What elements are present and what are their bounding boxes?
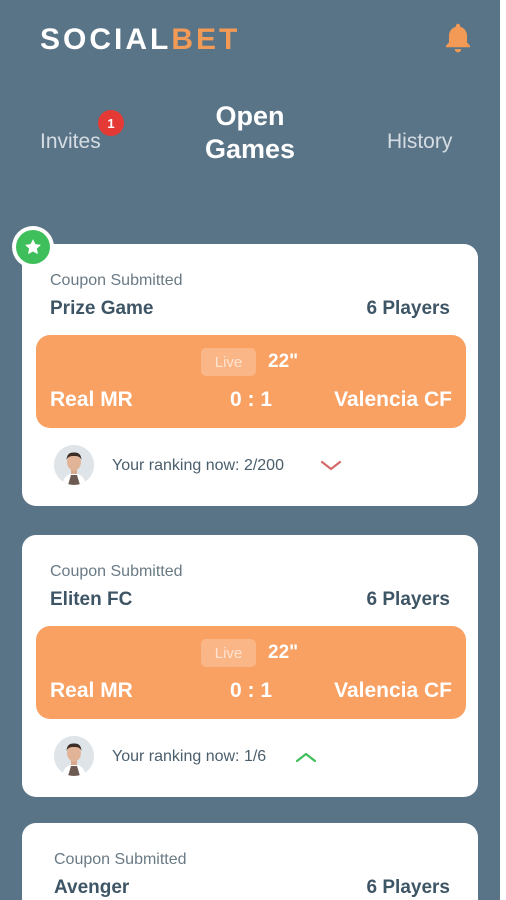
game-card[interactable]: Coupon Submitted Avenger 6 Players: [22, 823, 478, 900]
favorite-badge[interactable]: [12, 226, 54, 268]
logo-bet: BET: [171, 23, 241, 56]
match-minute: 22": [268, 642, 299, 663]
coupon-status: Coupon Submitted: [54, 851, 187, 868]
game-card[interactable]: Coupon Submitted Eliten FC 6 Players Liv…: [22, 535, 478, 797]
tab-open-games-line2: Games: [204, 134, 296, 164]
avatar: [54, 445, 94, 485]
match-minute: 22": [268, 351, 299, 372]
game-name: Avenger: [54, 877, 130, 898]
screen-edge: [500, 0, 506, 900]
game-card[interactable]: Coupon Submitted Prize Game 6 Players Li…: [22, 244, 478, 506]
bell-icon[interactable]: [440, 20, 476, 56]
logo-social: SOCIAL: [40, 23, 172, 56]
coupon-status: Coupon Submitted: [50, 563, 183, 580]
coupon-status: Coupon Submitted: [50, 272, 183, 289]
players-count: 6 Players: [366, 877, 450, 898]
invites-badge: 1: [98, 110, 124, 136]
tab-history[interactable]: History: [387, 130, 452, 154]
match-score: 0 : 1: [229, 388, 273, 411]
match-bar[interactable]: Live 22" Real MR 0 : 1 Valencia CF: [36, 626, 466, 719]
ranking-text: Your ranking now: 1/6: [112, 748, 267, 765]
away-team: Valencia CF: [334, 388, 452, 411]
live-badge: Live: [201, 639, 256, 667]
match-bar[interactable]: Live 22" Real MR 0 : 1 Valencia CF: [36, 335, 466, 428]
tab-open-games[interactable]: Open Games: [190, 100, 310, 166]
game-name: Prize Game: [50, 298, 154, 319]
live-badge: Live: [201, 348, 256, 376]
players-count: 6 Players: [366, 589, 450, 610]
tab-open-games-line1: Open: [215, 101, 285, 131]
chevron-up-icon[interactable]: [295, 751, 317, 763]
home-team: Real MR: [50, 388, 133, 411]
game-name: Eliten FC: [50, 589, 133, 610]
away-team: Valencia CF: [334, 679, 452, 702]
star-icon: [16, 230, 50, 264]
ranking-text: Your ranking now: 2/200: [112, 457, 284, 474]
home-team: Real MR: [50, 679, 133, 702]
tab-invites[interactable]: Invites: [40, 130, 101, 154]
chevron-down-icon[interactable]: [320, 460, 342, 472]
avatar: [54, 736, 94, 776]
app-screen: SOCIAL BET Invites 1 Open Games History C…: [0, 0, 500, 900]
players-count: 6 Players: [366, 298, 450, 319]
app-logo: SOCIAL BET: [40, 22, 240, 58]
match-score: 0 : 1: [229, 679, 273, 702]
